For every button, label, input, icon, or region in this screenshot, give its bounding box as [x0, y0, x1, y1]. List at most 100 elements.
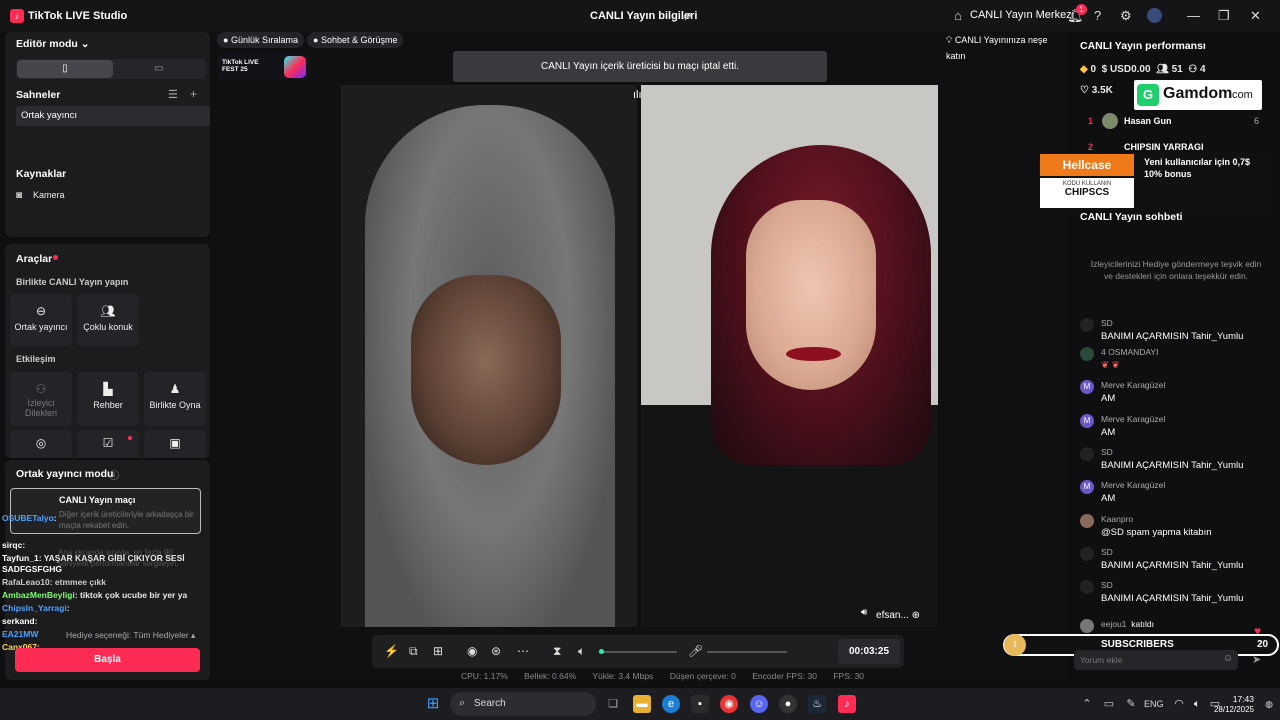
tips-chip[interactable]: 💡︎ CANLI Yayınınıza neşe katın	[940, 32, 1068, 61]
link-icon: ⊖	[35, 304, 47, 318]
spin-icon: ◎	[35, 436, 47, 450]
help-icon[interactable]: ?	[1094, 8, 1101, 23]
performance-title: CANLI Yayın performansı	[1080, 40, 1206, 52]
tile-multi-guest[interactable]: 👥︎ Çoklu konuk	[77, 294, 139, 346]
share-icon[interactable]: ⇗	[682, 9, 692, 23]
tile-more-2[interactable]: ☑	[77, 430, 139, 458]
taskbar-search[interactable]: ⌕ Search	[450, 692, 596, 716]
live-fest-logo: TikTok LIVE FEST 25	[218, 54, 310, 80]
chrome-icon[interactable]: ◉	[720, 695, 738, 713]
avatar	[1080, 547, 1094, 561]
tray-chevron-icon[interactable]: ⌃	[1078, 695, 1096, 713]
volume-icon[interactable]: 🔈︎	[1188, 695, 1206, 713]
send-icon[interactable]: ➤	[1252, 653, 1261, 666]
start-button[interactable]: Başla	[15, 648, 200, 672]
landscape-layout-icon[interactable]: ▭	[113, 60, 205, 78]
notification-badge: 1	[1076, 4, 1087, 15]
cohost-name[interactable]: efsan... ⊕	[876, 610, 920, 621]
pen-icon[interactable]: ✎	[1122, 695, 1140, 713]
wish-icon: ⚇	[35, 382, 47, 396]
tiktok-icon[interactable]: ♪	[838, 695, 856, 713]
search-icon: ⌕	[459, 697, 466, 709]
close-icon[interactable]: ✕	[1250, 8, 1261, 24]
tools-dot	[53, 255, 58, 260]
speaker-icon[interactable]: 🔊︎	[861, 607, 867, 618]
video-host-left	[341, 85, 637, 627]
live-center-button[interactable]: CANLI Yayın Merkezi	[970, 9, 1074, 21]
rank-name: CHIPSIN YARRAGI	[1124, 142, 1204, 152]
discord-icon[interactable]: ☺	[750, 695, 768, 713]
more-icon[interactable]: ⋯	[517, 644, 529, 658]
chat-title: CANLI Yayın sohbeti	[1080, 211, 1183, 223]
volume-icon[interactable]: 🔈︎	[578, 644, 585, 659]
github-icon[interactable]: ●	[779, 695, 797, 713]
tile-more-1[interactable]: ◎	[10, 430, 72, 458]
heart-emoji-icon: ❦ ❦	[1101, 360, 1120, 371]
edge-icon[interactable]: e	[662, 695, 680, 713]
stats-bar: CPU: 1.17% Bellek: 0.64% Yükle: 3.4 Mbps…	[461, 671, 878, 681]
users-icon: 👥︎	[100, 304, 116, 318]
add-scene-icon[interactable]: +	[190, 87, 197, 101]
settings-gear-icon[interactable]: ⚙	[1120, 8, 1132, 24]
performance-stats: ◆ 0 $ USD0.00 👥︎ 51 ⚇ 4	[1080, 64, 1206, 75]
file-explorer-icon[interactable]: ▬	[633, 695, 651, 713]
screen-share-icon[interactable]: ⧉	[409, 644, 418, 659]
preview-area: ● Günlük Sıralama ● Sohbet & Görüşme 💡︎ …	[212, 32, 1068, 684]
new-dot	[128, 436, 132, 440]
emoji-icon[interactable]: ☺	[1223, 653, 1233, 664]
comment-input[interactable]: Yorum ekle ☺	[1074, 650, 1238, 670]
scene-item-cohost[interactable]: Ortak yayıncı	[16, 106, 210, 126]
clock-time[interactable]: 17:43	[1232, 694, 1254, 704]
viewers-count: 51	[1171, 64, 1183, 75]
gift-option-dropdown[interactable]: Hediye seçeneği: Tüm Hediyeler ▴	[66, 630, 195, 641]
avatar	[1080, 619, 1094, 633]
chat-call-chip[interactable]: ● Sohbet & Görüşme	[307, 32, 404, 48]
microphone-icon[interactable]: 🎤︎	[688, 644, 703, 658]
avatar	[1080, 580, 1094, 594]
maximize-icon[interactable]: ❐	[1218, 8, 1230, 24]
rank-avatar	[1102, 113, 1118, 129]
source-camera[interactable]: Kamera	[33, 190, 65, 200]
language-indicator[interactable]: ENG	[1144, 699, 1164, 709]
avatar[interactable]	[1147, 8, 1162, 23]
layout-icon[interactable]: ⊞	[433, 644, 443, 658]
layout-toggle[interactable]: ▯ ▭	[16, 59, 206, 79]
chat-line: AmbazMenBeyligi: tiktok çok ucube bir ye…	[2, 590, 188, 600]
tile-play-together[interactable]: ♟ Birlikte Oyna	[144, 372, 206, 426]
gamdom-logo-icon: G	[1137, 84, 1159, 106]
tile-viewer-wishes[interactable]: ⚇ İzleyici Dilekleri	[10, 372, 72, 426]
avatar	[1080, 447, 1094, 461]
encoder-fps-stat: Encoder FPS: 30	[752, 671, 817, 681]
tile-more-3[interactable]: ▣	[144, 430, 206, 458]
chat-line: Chipsln_Yarragi:	[2, 603, 70, 613]
tile-guide[interactable]: ▙ Rehber	[77, 372, 139, 426]
tray-icon[interactable]: ▭	[1100, 695, 1118, 713]
followers-icon: ⚇	[1188, 64, 1198, 75]
info-icon[interactable]: ⓘ	[109, 467, 119, 482]
app-icon[interactable]: ▪	[691, 695, 709, 713]
editor-mode-dropdown[interactable]: Editör modu ⌄	[16, 38, 90, 50]
subscribers-label: SUBSCRIBERS	[1101, 639, 1174, 650]
minimize-icon[interactable]: —	[1187, 8, 1200, 23]
clock-date[interactable]: 28/12/2025	[1208, 705, 1254, 714]
tile-cohost[interactable]: ⊖ Ortak yayıncı	[10, 294, 72, 346]
volume-slider[interactable]	[599, 649, 677, 654]
task-view-icon[interactable]: ❏	[604, 695, 622, 713]
portrait-layout-icon[interactable]: ▯	[17, 60, 113, 78]
wifi-icon[interactable]: ◠	[1170, 695, 1188, 713]
chat-line: SADFGSFGHG	[2, 564, 62, 574]
record-icon[interactable]: ◉	[467, 644, 477, 658]
daily-ranking-chip[interactable]: ● Günlük Sıralama	[217, 32, 304, 48]
match-cancelled-banner: CANLI Yayın içerik üreticisi bu maçı ipt…	[453, 51, 827, 82]
joystick-icon: ♟	[169, 382, 181, 396]
mic-slider[interactable]	[707, 651, 787, 653]
camera-switch-icon[interactable]: ⊛	[491, 644, 501, 658]
steam-icon[interactable]: ♨	[808, 695, 826, 713]
together-live-label: Birlikte CANLI Yayın yapın	[16, 277, 129, 287]
equalizer-icon[interactable]: ⧗	[553, 644, 561, 659]
magic-wand-icon[interactable]: ⚡	[384, 644, 399, 658]
notification-center-icon[interactable]: ◍	[1260, 695, 1278, 713]
windows-start-icon[interactable]: ⊞	[424, 695, 442, 713]
list-icon[interactable]: ☰	[168, 88, 178, 101]
match-option[interactable]: CANLI Yayın maçı Diğer içerik üreticiler…	[10, 488, 201, 534]
